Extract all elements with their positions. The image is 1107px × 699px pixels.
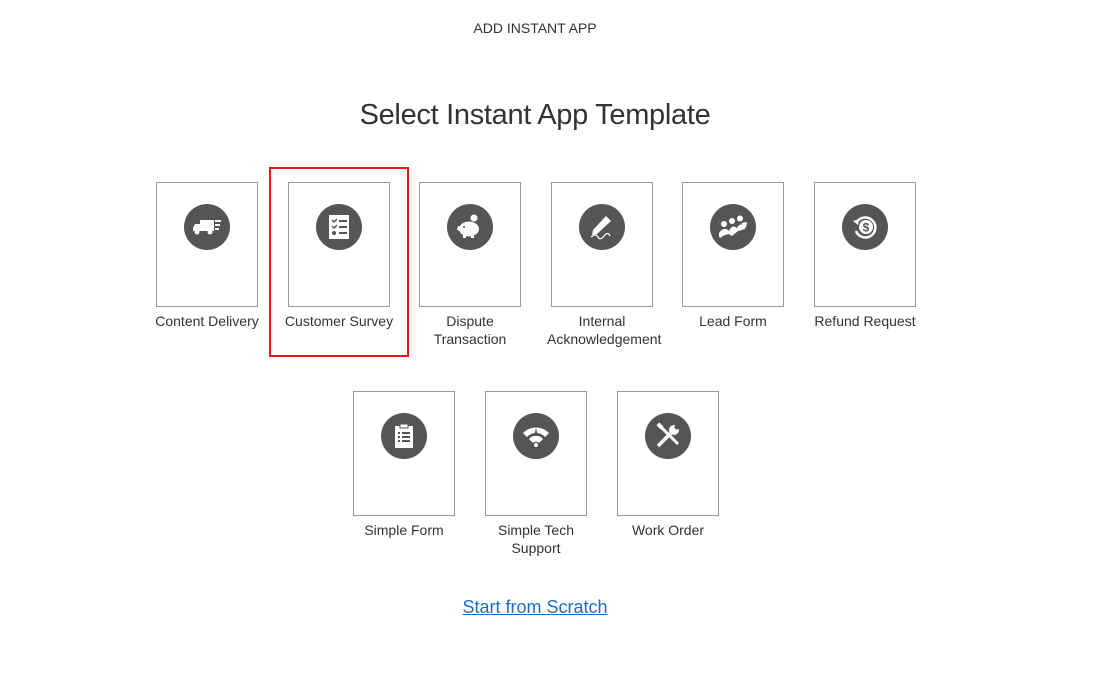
template-card[interactable] — [682, 182, 784, 307]
template-card[interactable] — [288, 182, 390, 307]
start-from-scratch-link[interactable]: Start from Scratch — [462, 597, 607, 617]
signature-pen-icon — [579, 204, 625, 250]
template-content-delivery[interactable]: Content Delivery — [155, 182, 259, 330]
template-simple-tech-support[interactable]: Simple Tech Support — [485, 391, 587, 557]
start-from-scratch-container: Start from Scratch — [0, 597, 1070, 618]
template-customer-survey[interactable]: Customer Survey — [285, 182, 393, 330]
template-label: Dispute Transaction — [433, 313, 507, 347]
template-label: Work Order — [631, 522, 705, 538]
template-card[interactable] — [551, 182, 653, 307]
template-internal-acknowledgement[interactable]: Internal Acknowledgement — [547, 182, 661, 348]
template-label: Refund Request — [814, 313, 916, 329]
template-label: Customer Survey — [284, 313, 394, 329]
page-title: Select Instant App Template — [359, 99, 711, 131]
template-label: Simple Form — [364, 522, 444, 538]
template-label: Content Delivery — [155, 313, 259, 329]
template-label: Internal Acknowledgement — [547, 313, 662, 347]
template-refund-request[interactable]: $ Refund Request — [814, 182, 916, 330]
refund-dollar-icon: $ — [842, 204, 888, 250]
template-lead-form[interactable]: Lead Form — [682, 182, 784, 330]
template-card[interactable] — [156, 182, 258, 307]
dialog-header-title: ADD INSTANT APP — [473, 20, 597, 36]
template-simple-form[interactable]: Simple Form — [353, 391, 455, 539]
people-growth-icon — [710, 204, 756, 250]
template-card[interactable] — [419, 182, 521, 307]
svg-text:$: $ — [863, 221, 870, 235]
template-card[interactable] — [485, 391, 587, 516]
template-label: Lead Form — [699, 313, 767, 329]
clipboard-icon — [381, 413, 427, 459]
template-card[interactable]: $ — [814, 182, 916, 307]
checklist-icon — [316, 204, 362, 250]
template-card[interactable] — [353, 391, 455, 516]
template-card[interactable] — [617, 391, 719, 516]
template-dispute-transaction[interactable]: Dispute Transaction — [419, 182, 521, 348]
wifi-support-icon — [513, 413, 559, 459]
template-label: Simple Tech Support — [497, 522, 574, 556]
piggy-bank-icon — [447, 204, 493, 250]
delivery-truck-icon — [184, 204, 230, 250]
template-work-order[interactable]: Work Order — [617, 391, 719, 539]
tools-icon — [645, 413, 691, 459]
